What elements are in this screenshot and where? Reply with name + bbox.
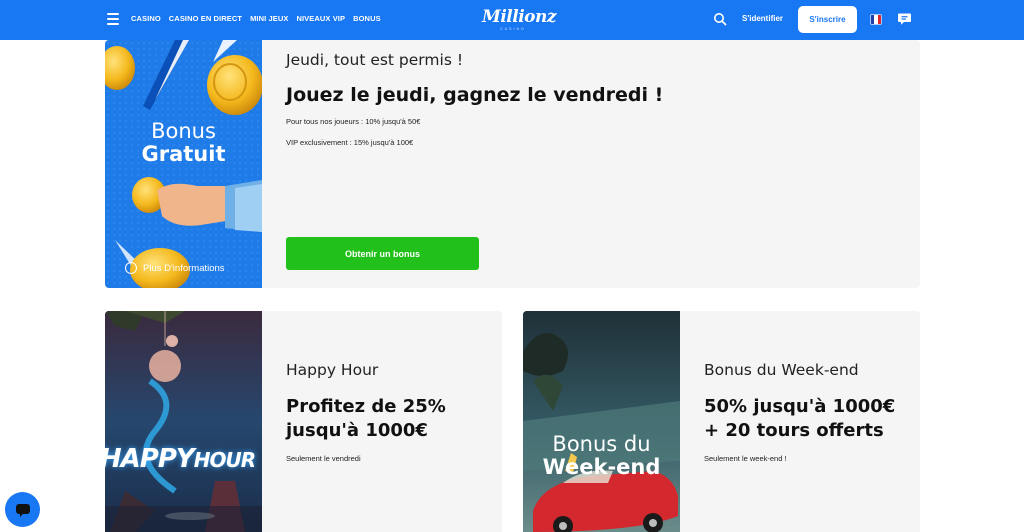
- chat-icon[interactable]: [897, 11, 912, 26]
- art-title-part1: HAPPY: [105, 444, 195, 474]
- promo-terms-line1: Pour tous nos joueurs : 10% jusqu'à 50€: [286, 117, 421, 126]
- happy-hour-illustration: [105, 311, 262, 532]
- more-info-label: Plus D'informations: [143, 262, 225, 274]
- promo-headline: Profitez de 25% jusqu'à 1000€: [286, 395, 446, 443]
- nav-live-casino[interactable]: CASINO EN DIRECT: [169, 14, 242, 23]
- promo-note: Seulement le vendredi: [286, 454, 361, 463]
- logo-wordmark: Millionz: [482, 7, 557, 27]
- art-title: Bonus du Week-end: [523, 433, 680, 479]
- art-title-part2: HOUR: [193, 448, 256, 472]
- promo-card-happy-hour: HAPPYHOUR Happy Hour Profitez de 25% jus…: [105, 311, 502, 532]
- promo-kicker: Happy Hour: [286, 361, 379, 379]
- signup-button[interactable]: S'inscrire: [798, 6, 857, 33]
- flag-fr-icon[interactable]: [870, 14, 882, 25]
- headline-line2: + 20 tours offerts: [704, 420, 884, 441]
- main-nav: CASINO CASINO EN DIRECT MINI JEUX NIVEAU…: [131, 14, 381, 23]
- art-title-line1: Bonus du: [552, 432, 651, 456]
- promo-headline: Jouez le jeudi, gagnez le vendredi !: [286, 84, 664, 106]
- chat-bubble-icon: [15, 503, 30, 517]
- headline-line2: jusqu'à 1000€: [286, 420, 428, 441]
- search-icon[interactable]: [713, 12, 727, 26]
- hamburger-icon[interactable]: [107, 13, 119, 25]
- promo-image-weekend[interactable]: Bonus du Week-end: [523, 311, 680, 532]
- art-title-line2: Gratuit: [141, 142, 226, 166]
- logo-subtitle: CASINO: [500, 27, 526, 31]
- art-title: Bonus Gratuit: [105, 120, 262, 166]
- promo-image-bonus-gratuit[interactable]: Bonus Gratuit Plus D'informations: [105, 40, 262, 288]
- promo-kicker: Bonus du Week-end: [704, 361, 859, 379]
- art-title-line1: Bonus: [151, 119, 216, 143]
- live-chat-button[interactable]: [5, 492, 40, 527]
- promo-image-happy-hour[interactable]: HAPPYHOUR: [105, 311, 262, 532]
- art-title: HAPPYHOUR: [105, 444, 256, 474]
- site-logo[interactable]: Millionz CASINO: [482, 7, 557, 33]
- promo-terms-line2: VIP exclusivement : 15% jusqu'à 100€: [286, 138, 414, 147]
- nav-casino[interactable]: CASINO: [131, 14, 161, 23]
- headline-line1: 50% jusqu'à 1000€: [704, 396, 896, 417]
- top-navigation-bar: CASINO CASINO EN DIRECT MINI JEUX NIVEAU…: [0, 0, 1024, 40]
- promo-note: Seulement le week-end !: [704, 454, 787, 463]
- promo-card-thursday: Bonus Gratuit Plus D'informations Jeudi,…: [105, 40, 920, 288]
- promo-kicker: Jeudi, tout est permis !: [286, 51, 464, 69]
- more-info-link[interactable]: Plus D'informations: [125, 262, 225, 274]
- weekend-illustration: [523, 311, 680, 532]
- login-link[interactable]: S'identifier: [742, 14, 783, 23]
- art-title-line2: Week-end: [542, 455, 661, 479]
- nav-mini-games[interactable]: MINI JEUX: [250, 14, 288, 23]
- promo-card-weekend: Bonus du Week-end Bonus du Week-end 50% …: [523, 311, 920, 532]
- promo-headline: 50% jusqu'à 1000€ + 20 tours offerts: [704, 395, 895, 443]
- get-bonus-button[interactable]: Obtenir un bonus: [286, 237, 479, 270]
- info-icon: [125, 262, 137, 274]
- nav-bonus[interactable]: BONUS: [353, 14, 381, 23]
- headline-line1: Profitez de 25%: [286, 396, 446, 417]
- nav-vip-levels[interactable]: NIVEAUX VIP: [296, 14, 345, 23]
